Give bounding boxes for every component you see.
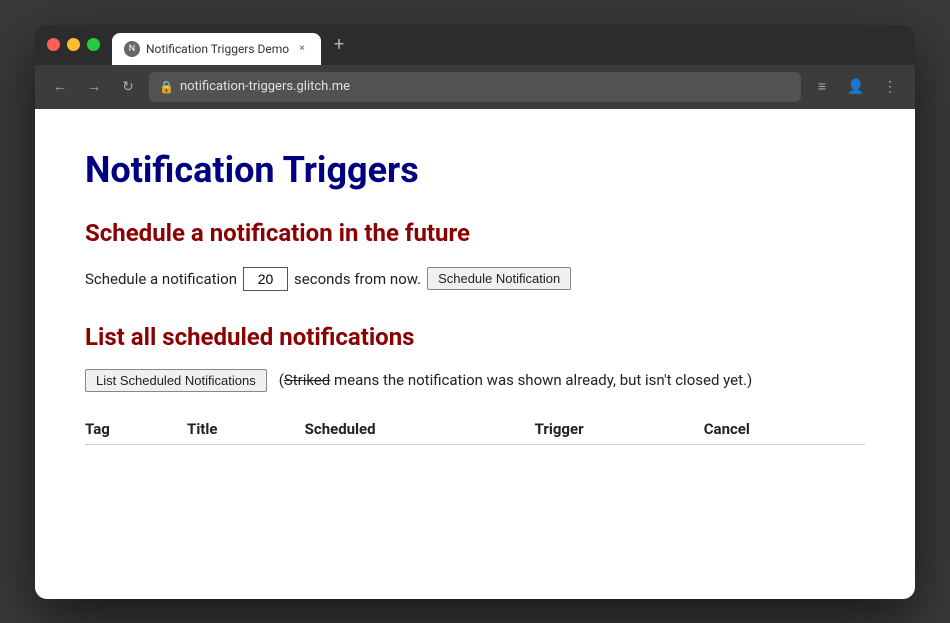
table-header-row: Tag Title Scheduled Trigger Cancel	[85, 414, 865, 445]
traffic-lights	[47, 38, 100, 51]
schedule-row: Schedule a notification seconds from now…	[85, 267, 865, 291]
tab-favicon: N	[124, 41, 140, 57]
striked-note: (Striked means the notification was show…	[279, 371, 752, 389]
notifications-table: Tag Title Scheduled Trigger Cancel	[85, 414, 865, 445]
new-tab-button[interactable]: +	[325, 31, 353, 59]
col-trigger: Trigger	[535, 414, 704, 445]
minimize-button[interactable]	[67, 38, 80, 51]
menu-icon[interactable]: ≡	[809, 74, 835, 100]
url-bar[interactable]: 🔒 notification-triggers.glitch.me	[149, 72, 801, 102]
reload-button[interactable]: ↻	[115, 74, 141, 100]
section2-title: List all scheduled notifications	[85, 323, 865, 351]
account-icon[interactable]: 👤	[843, 74, 869, 100]
page-title: Notification Triggers	[85, 149, 865, 191]
col-cancel: Cancel	[704, 414, 865, 445]
list-scheduled-button[interactable]: List Scheduled Notifications	[85, 369, 267, 392]
striked-note-suffix: means the notification was shown already…	[330, 371, 752, 389]
addressbar-right-icons: ≡ 👤 ⋮	[809, 74, 903, 100]
col-tag: Tag	[85, 414, 187, 445]
back-button[interactable]: ←	[47, 74, 73, 100]
schedule-label-before: Schedule a notification	[85, 270, 237, 288]
browser-window: N Notification Triggers Demo × + ← → ↻ 🔒…	[35, 25, 915, 599]
tab-close-button[interactable]: ×	[295, 42, 309, 56]
active-tab[interactable]: N Notification Triggers Demo ×	[112, 33, 321, 65]
section1-title: Schedule a notification in the future	[85, 219, 865, 247]
forward-button[interactable]: →	[81, 74, 107, 100]
tab-label: Notification Triggers Demo	[146, 42, 289, 56]
page-content: Notification Triggers Schedule a notific…	[35, 109, 915, 599]
addressbar: ← → ↻ 🔒 notification-triggers.glitch.me …	[35, 65, 915, 109]
col-scheduled: Scheduled	[305, 414, 535, 445]
seconds-input[interactable]	[243, 267, 288, 291]
tab-bar: N Notification Triggers Demo × +	[112, 25, 903, 65]
schedule-label-after: seconds from now.	[294, 270, 421, 288]
maximize-button[interactable]	[87, 38, 100, 51]
url-text: notification-triggers.glitch.me	[180, 79, 350, 94]
col-title: Title	[187, 414, 305, 445]
lock-icon: 🔒	[159, 80, 174, 94]
list-scheduled-row: List Scheduled Notifications (Striked me…	[85, 369, 865, 392]
more-icon[interactable]: ⋮	[877, 74, 903, 100]
close-button[interactable]	[47, 38, 60, 51]
titlebar: N Notification Triggers Demo × +	[35, 25, 915, 65]
schedule-notification-button[interactable]: Schedule Notification	[427, 267, 571, 290]
striked-word: Striked	[284, 371, 330, 389]
